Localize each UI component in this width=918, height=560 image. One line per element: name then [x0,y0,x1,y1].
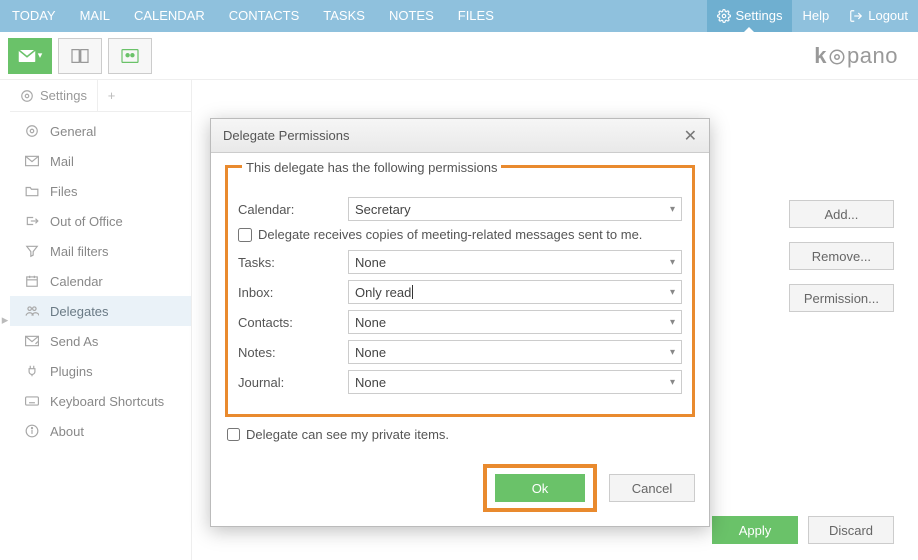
notes-select[interactable]: None▾ [348,340,682,364]
sidebar-tabbar: Settings + [10,80,191,112]
sidebar-item-send-as[interactable]: Send As [10,326,191,356]
sidebar-item-label: Mail [50,154,74,169]
chevron-down-icon: ▾ [670,377,675,388]
chevron-down-icon: ▾ [670,347,675,358]
top-nav: TODAY MAIL CALENDAR CONTACTS TASKS NOTES… [0,0,918,32]
private-items-checkbox[interactable] [227,428,240,441]
nav-calendar[interactable]: CALENDAR [122,0,217,32]
contacts-button[interactable] [108,38,152,74]
sidebar-item-general[interactable]: General [10,116,191,146]
brand-logo: kpano [814,43,898,69]
ok-highlight-frame: Ok [483,464,597,512]
private-items-label: Delegate can see my private items. [246,427,449,442]
gear-icon [24,123,40,139]
sidebar-item-about[interactable]: About [10,416,191,446]
tasks-select[interactable]: None▾ [348,250,682,274]
plug-icon [24,363,40,379]
sidebar-item-label: Files [50,184,77,199]
nav-today[interactable]: TODAY [0,0,68,32]
chevron-down-icon: ▾ [670,317,675,328]
sidebar-item-keyboard-shortcuts[interactable]: Keyboard Shortcuts [10,386,191,416]
sidebar-item-delegates[interactable]: Delegates [10,296,191,326]
sidebar-tab-label: Settings [40,88,87,103]
apply-button[interactable]: Apply [712,516,798,544]
sidebar-collapse-handle[interactable]: ▸ [0,80,10,560]
sidebar-item-label: General [50,124,96,139]
filter-icon [24,243,40,259]
keyboard-icon [24,393,40,409]
meeting-copies-checkbox[interactable] [238,228,252,242]
sidebar-item-files[interactable]: Files [10,176,191,206]
sidebar-item-mail-filters[interactable]: Mail filters [10,236,191,266]
close-icon[interactable]: ✕ [684,126,697,146]
sidebar-tab-settings[interactable]: Settings [10,80,97,112]
dialog-title-text: Delegate Permissions [223,128,349,143]
notes-label: Notes: [238,345,338,360]
contacts-select[interactable]: None▾ [348,310,682,334]
sidebar-item-label: Keyboard Shortcuts [50,394,164,409]
people-icon [24,303,40,319]
permission-button[interactable]: Permission... [789,284,894,312]
sidebar: Settings + General Mail Files Out of Office… [10,80,192,560]
nav-logout[interactable]: Logout [839,0,918,32]
nav-settings-label: Settings [736,0,783,32]
addressbook-button[interactable] [58,38,102,74]
remove-button[interactable]: Remove... [789,242,894,270]
delegate-permissions-dialog: Delegate Permissions ✕ This delegate has… [210,118,710,527]
journal-label: Journal: [238,375,338,390]
sendas-icon [24,333,40,349]
sidebar-item-plugins[interactable]: Plugins [10,356,191,386]
sidebar-item-label: Delegates [50,304,109,319]
logout-icon [849,9,863,23]
sidebar-item-label: Out of Office [50,214,123,229]
chevron-down-icon: ▾ [670,287,675,298]
fieldset-legend: This delegate has the following permissi… [242,160,501,175]
nav-settings[interactable]: Settings [707,0,793,32]
folder-icon [24,183,40,199]
nav-notes[interactable]: NOTES [377,0,446,32]
inbox-select[interactable]: Only read▾ [348,280,682,304]
nav-help[interactable]: Help [792,0,839,32]
contacts-label: Contacts: [238,315,338,330]
nav-files[interactable]: FILES [446,0,506,32]
nav-mail[interactable]: MAIL [68,0,122,32]
ok-button[interactable]: Ok [495,474,585,502]
tasks-label: Tasks: [238,255,338,270]
sidebar-item-out-of-office[interactable]: Out of Office [10,206,191,236]
compose-button[interactable]: ▾ [8,38,52,74]
sidebar-item-calendar[interactable]: Calendar [10,266,191,296]
sidebar-item-label: Send As [50,334,98,349]
footer-buttons: Apply Discard [712,516,894,544]
out-icon [24,213,40,229]
calendar-select[interactable]: Secretary▾ [348,197,682,221]
sidebar-item-label: Plugins [50,364,93,379]
calendar-icon [24,273,40,289]
chevron-down-icon: ▾ [670,257,675,268]
discard-button[interactable]: Discard [808,516,894,544]
inbox-label: Inbox: [238,285,338,300]
nav-logout-label: Logout [868,0,908,32]
sidebar-item-label: Calendar [50,274,103,289]
journal-select[interactable]: None▾ [348,370,682,394]
sidebar-add-tab[interactable]: + [97,80,125,112]
gear-icon [20,89,34,103]
gear-icon [717,9,731,23]
delegates-action-buttons: Add... Remove... Permission... [789,200,894,312]
nav-contacts[interactable]: CONTACTS [217,0,312,32]
meeting-copies-label: Delegate receives copies of meeting-rela… [258,227,642,242]
chevron-down-icon: ▾ [670,204,675,215]
sidebar-item-label: Mail filters [50,244,109,259]
sidebar-item-mail[interactable]: Mail [10,146,191,176]
cancel-button[interactable]: Cancel [609,474,695,502]
sidebar-item-label: About [50,424,84,439]
info-icon [24,423,40,439]
mail-icon [24,153,40,169]
dialog-titlebar[interactable]: Delegate Permissions ✕ [211,119,709,153]
calendar-label: Calendar: [238,202,338,217]
gear-icon [828,48,846,66]
secondary-toolbar: ▾ kpano [0,32,918,80]
permissions-fieldset: This delegate has the following permissi… [225,165,695,417]
add-button[interactable]: Add... [789,200,894,228]
nav-tasks[interactable]: TASKS [311,0,377,32]
